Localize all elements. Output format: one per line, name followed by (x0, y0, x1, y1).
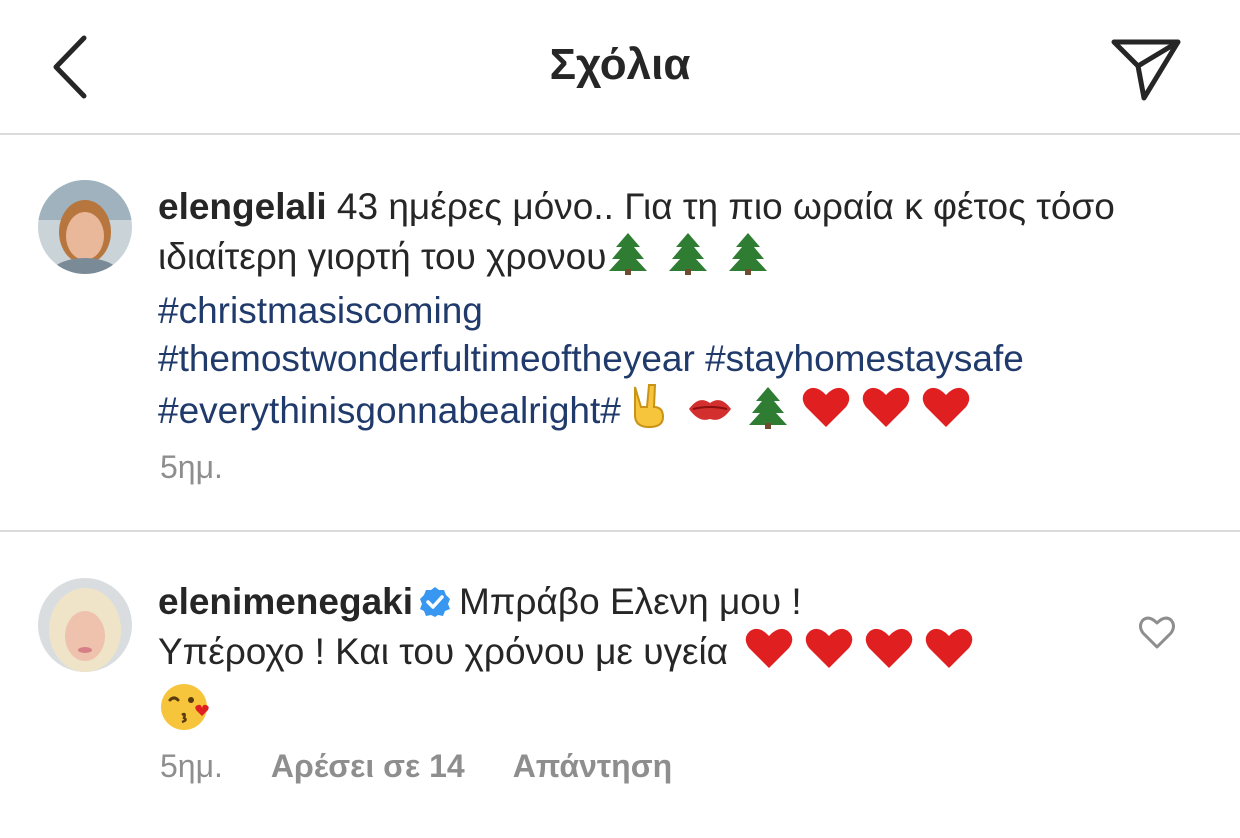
tree-emoji-1 (607, 231, 649, 287)
caption-meta: 5ημ. (160, 449, 271, 486)
caption-username[interactable]: elengelali (158, 186, 327, 227)
comment-username[interactable]: elenimenegaki (158, 581, 413, 622)
victory-hand-emoji (625, 383, 669, 441)
comment-body-2: Υπέροχο ! Και του χρόνου με υγεία (158, 631, 729, 672)
tree-emoji-2 (667, 231, 709, 287)
red-heart-emoji (801, 385, 851, 441)
paper-plane-icon (1111, 39, 1181, 101)
red-heart-emoji (921, 385, 971, 441)
hashtag-link[interactable]: #stayhomestaysafe (705, 338, 1024, 379)
comment-meta: 5ημ. Αρέσει σε 14 Απάντηση (160, 748, 720, 785)
caption-timestamp: 5ημ. (160, 449, 223, 485)
comment-body-1: Μπράβο Ελενη μου ! (459, 581, 802, 622)
red-heart-emoji (864, 626, 914, 682)
red-heart-emoji (924, 626, 974, 682)
like-button[interactable] (1138, 614, 1176, 650)
reply-button[interactable]: Απάντηση (513, 748, 672, 784)
red-heart-emoji (744, 626, 794, 682)
comment-text: elenimenegaki Μπράβο Ελενη μου ! Υπέροχο … (158, 578, 1218, 744)
caption-block: elengelali 43 ημέρες μόνο.. Για τη πιο ω… (0, 135, 1240, 532)
avatar[interactable] (38, 180, 132, 274)
avatar-image (38, 578, 132, 672)
heart-outline-icon (1139, 616, 1175, 649)
hashtag-link[interactable]: #themostwonderfultimeoftheyear (158, 338, 695, 379)
tree-emoji-3 (727, 231, 769, 287)
avatar-image (38, 180, 132, 274)
red-heart-emoji (861, 385, 911, 441)
tree-emoji-4 (747, 385, 789, 441)
hashtag-link[interactable]: #christmasiscoming (158, 290, 483, 331)
share-button[interactable] (1108, 36, 1184, 102)
hashtag-link[interactable]: #everythinisgonnabealright# (158, 390, 621, 431)
red-heart-emoji (804, 626, 854, 682)
caption-text: elengelali 43 ημέρες μόνο.. Για τη πιο ω… (158, 183, 1218, 441)
face-blowing-kiss-emoji (158, 682, 214, 744)
avatar[interactable] (38, 578, 132, 672)
comment-timestamp: 5ημ. (160, 748, 223, 784)
verified-badge-icon (419, 582, 451, 617)
page-title: Σχόλια (549, 40, 691, 89)
kiss-mark-emoji (685, 389, 735, 441)
header: Σχόλια (0, 0, 1240, 135)
comment-likes-link[interactable]: Αρέσει σε 14 (271, 748, 465, 784)
